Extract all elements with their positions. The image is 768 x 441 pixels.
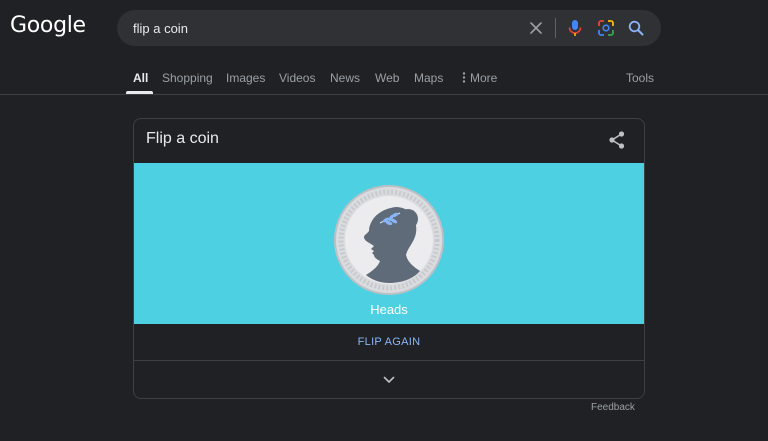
share-icon[interactable]	[606, 129, 628, 151]
tab-news[interactable]: News	[330, 71, 360, 85]
mic-icon[interactable]	[565, 18, 585, 38]
chevron-down-icon	[383, 376, 395, 383]
tab-videos[interactable]: Videos	[279, 71, 315, 85]
tab-shopping[interactable]: Shopping	[162, 71, 213, 85]
search-input[interactable]	[133, 10, 513, 46]
tab-more-label: More	[470, 71, 498, 85]
search-divider	[555, 18, 556, 38]
search-box[interactable]	[117, 10, 661, 46]
feedback-link[interactable]: Feedback	[591, 402, 635, 413]
lens-icon[interactable]	[596, 18, 616, 38]
flip-again-button[interactable]: FLIP AGAIN	[134, 324, 644, 361]
search-icon[interactable]	[626, 18, 646, 38]
more-vert-icon	[462, 72, 466, 83]
tab-more[interactable]: More	[462, 71, 497, 85]
coin-flip-card: Flip a coin Heads FLIP AGAIN	[133, 118, 645, 399]
tab-maps[interactable]: Maps	[414, 71, 443, 85]
card-title: Flip a coin	[146, 130, 219, 147]
google-logo[interactable]: Google	[10, 13, 86, 38]
coin-display-area[interactable]: Heads	[134, 163, 644, 324]
tab-tools[interactable]: Tools	[626, 71, 654, 85]
search-tabs: All Shopping Images Videos News Web Maps…	[0, 64, 768, 94]
header-divider	[0, 94, 768, 95]
tab-all[interactable]: All	[133, 71, 148, 85]
expand-button[interactable]	[134, 361, 644, 398]
search-results-page: Google flip a coin All Shopping Images V…	[0, 0, 768, 441]
tab-web[interactable]: Web	[375, 71, 399, 85]
tab-images[interactable]: Images	[226, 71, 265, 85]
clear-icon[interactable]	[526, 18, 546, 38]
coin-result-label: Heads	[370, 302, 408, 317]
coin-heads-icon[interactable]	[334, 185, 444, 295]
